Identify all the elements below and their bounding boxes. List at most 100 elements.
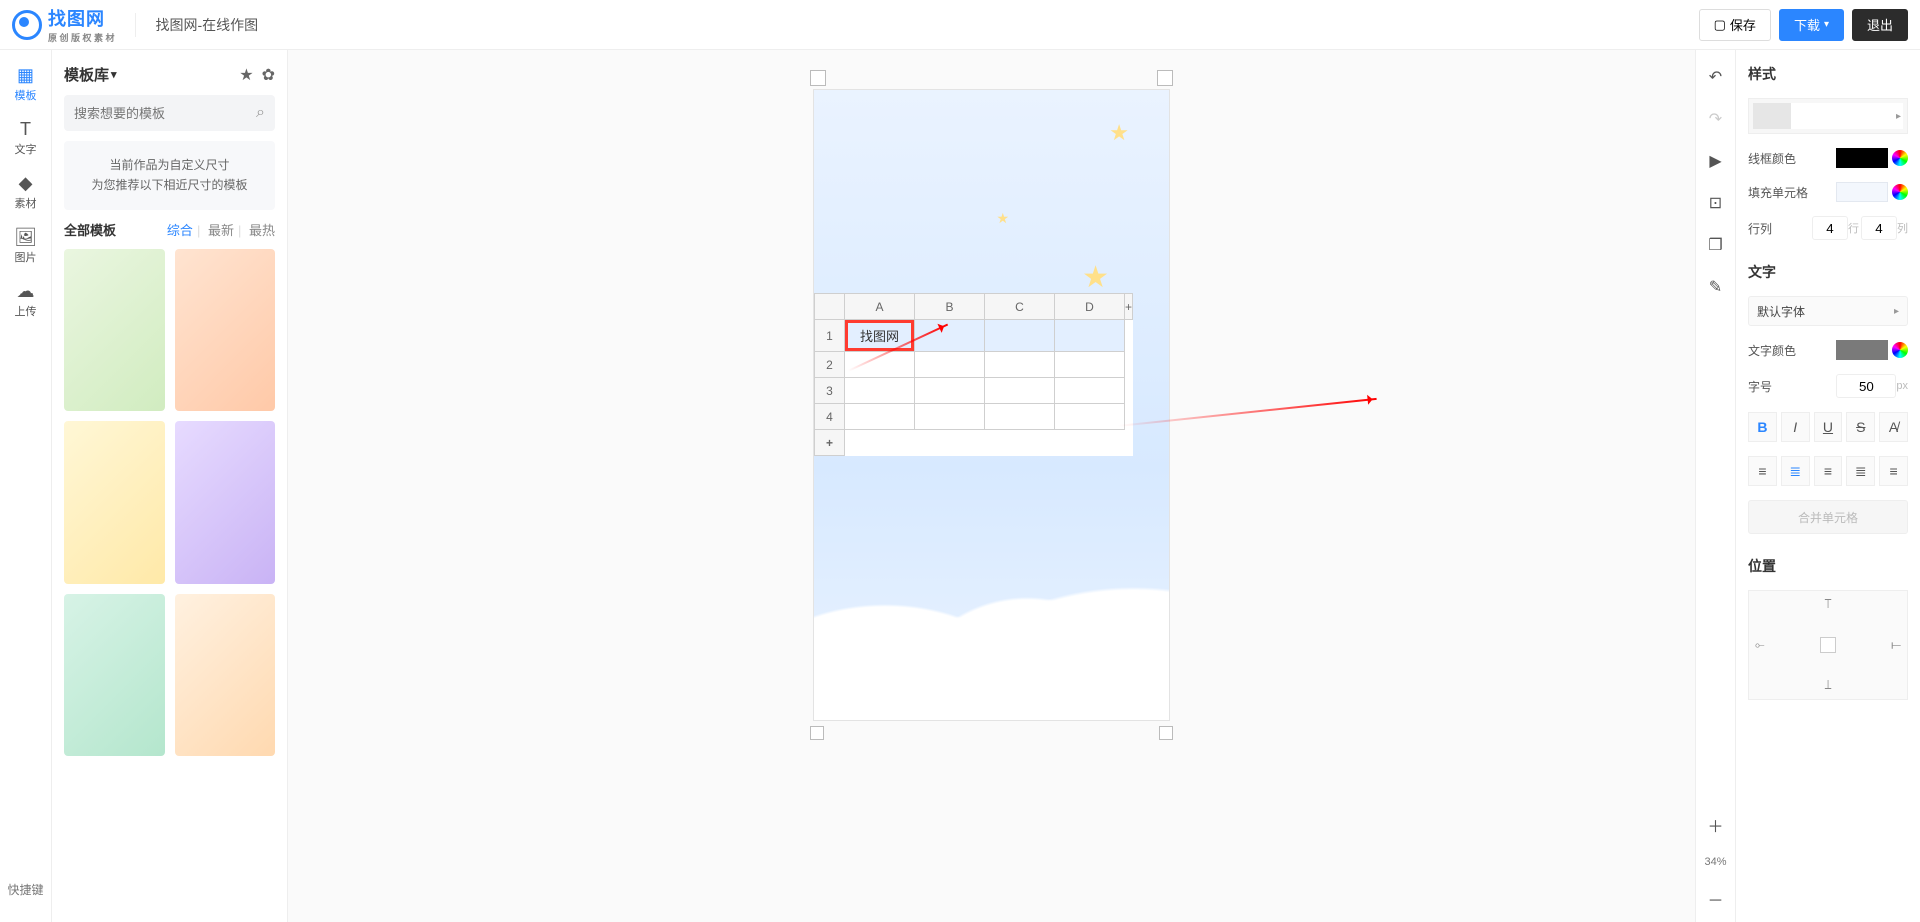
template-card[interactable] [175, 421, 276, 583]
strike-button[interactable]: S [1846, 412, 1875, 442]
rail-shortcuts[interactable]: 快捷键 [7, 881, 43, 922]
col-header[interactable]: B [915, 294, 985, 320]
color-picker-icon[interactable] [1892, 184, 1908, 200]
row-header[interactable]: 1 [815, 320, 845, 352]
italic-button[interactable]: I [1781, 412, 1810, 442]
cell[interactable] [985, 352, 1055, 378]
clear-format-button[interactable]: A̸ [1879, 412, 1908, 442]
align-top-icon[interactable]: ⟙ [1824, 597, 1831, 612]
canvas[interactable]: ★ ★ ★ ★ A B C D + 1找图网 2 3 [288, 50, 1695, 922]
align-right-button[interactable]: ≡ [1814, 456, 1843, 486]
template-card[interactable] [64, 594, 165, 756]
cell[interactable] [845, 404, 915, 430]
play-button[interactable]: ▶ [1705, 150, 1727, 172]
cell[interactable] [1055, 352, 1125, 378]
align-left-button[interactable]: ≡ [1748, 456, 1777, 486]
app-logo[interactable]: 找图网 原 创 版 权 素 材 [12, 5, 115, 44]
underline-button[interactable]: U [1814, 412, 1843, 442]
row-header[interactable]: 3 [815, 378, 845, 404]
align-right-icon[interactable]: ⟝ [1891, 638, 1901, 653]
table-style-select[interactable]: ▸ [1748, 98, 1908, 134]
cell[interactable] [985, 320, 1055, 352]
cell-selected[interactable]: 找图网 [845, 320, 915, 352]
align-justify-button[interactable]: ≣ [1846, 456, 1875, 486]
template-tabs: 全部模板 综合| 最新| 最热 [64, 220, 275, 239]
font-select[interactable]: 默认字体 ▸ [1748, 296, 1908, 326]
redo-button: ↷ [1705, 108, 1727, 130]
template-card[interactable] [175, 594, 276, 756]
cell[interactable] [915, 404, 985, 430]
tab-hottest[interactable]: 最热 [249, 223, 275, 238]
all-templates-label: 全部模板 [64, 220, 116, 239]
rowcol-row: 行列 行 列 [1748, 216, 1908, 240]
assets-icon: ◆ [16, 173, 36, 193]
row-header[interactable]: 2 [815, 352, 845, 378]
color-picker-icon[interactable] [1892, 150, 1908, 166]
cell[interactable] [1055, 320, 1125, 352]
star-icon[interactable]: ★ [239, 65, 253, 85]
zoom-out-button[interactable]: － [1705, 888, 1727, 910]
align-left-icon[interactable]: ⟜ [1755, 638, 1765, 653]
zoom-in-button[interactable]: ＋ [1705, 814, 1727, 836]
template-card[interactable] [64, 421, 165, 583]
undo-button[interactable]: ↶ [1705, 66, 1727, 88]
text-color-swatch[interactable] [1836, 340, 1888, 360]
position-grid[interactable]: ⟙ ⟜ ⟝ ⟘ [1748, 590, 1908, 700]
tab-newest[interactable]: 最新 [208, 223, 234, 238]
cell[interactable] [1055, 378, 1125, 404]
color-picker-icon[interactable] [1892, 342, 1908, 358]
text-section-title: 文字 [1748, 262, 1908, 282]
fill-color-swatch[interactable] [1836, 182, 1888, 202]
header-left: 找图网 原 创 版 权 素 材 找图网-在线作图 [12, 5, 258, 44]
sheet-corner[interactable] [815, 294, 845, 320]
search-icon[interactable]: ⌕ [256, 104, 265, 122]
row-header[interactable]: 4 [815, 404, 845, 430]
template-card[interactable] [64, 249, 165, 411]
rows-input[interactable] [1812, 216, 1848, 240]
font-size-input[interactable] [1836, 374, 1896, 398]
page-title: 找图网-在线作图 [156, 15, 259, 35]
crop-button[interactable]: ⊡ [1705, 192, 1727, 214]
cell[interactable] [985, 404, 1055, 430]
search-input[interactable] [74, 106, 256, 121]
align-center-button[interactable]: ≣ [1781, 456, 1810, 486]
rail-templates[interactable]: ▦模板 [5, 62, 47, 106]
exit-button[interactable]: 退出 [1852, 9, 1908, 41]
download-button[interactable]: 下载▾ [1779, 9, 1844, 41]
right-toolbar: ↶ ↷ ▶ ⊡ ❒ ✎ ＋ 34% － [1695, 50, 1735, 922]
col-header[interactable]: C [985, 294, 1055, 320]
align-dist-button[interactable]: ≡ [1879, 456, 1908, 486]
align-bottom-icon[interactable]: ⟘ [1824, 678, 1831, 693]
star-decor-icon: ★ [996, 210, 1009, 227]
cols-input[interactable] [1861, 216, 1897, 240]
cell[interactable] [985, 378, 1055, 404]
cell[interactable] [915, 378, 985, 404]
gear-icon[interactable]: ✿ [262, 65, 275, 85]
size-note: 当前作品为自定义尺寸 为您推荐以下相近尺寸的模板 [64, 141, 275, 210]
tab-comprehensive[interactable]: 综合 [167, 223, 193, 238]
spreadsheet[interactable]: A B C D + 1找图网 2 3 4 + [814, 293, 1133, 456]
cell[interactable] [845, 378, 915, 404]
rail-text[interactable]: T文字 [5, 116, 47, 160]
add-col-button[interactable]: + [1125, 294, 1133, 320]
template-library-dropdown[interactable]: 模板库▾ [64, 64, 117, 85]
col-header[interactable]: A [845, 294, 915, 320]
bold-button[interactable]: B [1748, 412, 1777, 442]
template-search[interactable]: ⌕ [64, 95, 275, 131]
border-color-swatch[interactable] [1836, 148, 1888, 168]
template-card[interactable] [175, 249, 276, 411]
artboard[interactable]: ★ ★ ★ ★ A B C D + 1找图网 2 3 [814, 90, 1169, 720]
rail-upload[interactable]: ☁上传 [5, 278, 47, 322]
align-center-handle[interactable] [1820, 637, 1836, 653]
rail-assets[interactable]: ◆素材 [5, 170, 47, 214]
cell[interactable] [1055, 404, 1125, 430]
rail-images[interactable]: 🖼图片 [5, 224, 47, 268]
chevron-right-icon: ▸ [1894, 306, 1899, 317]
border-color-row: 线框颜色 [1748, 148, 1908, 168]
layers-button[interactable]: ❒ [1705, 234, 1727, 256]
brush-button[interactable]: ✎ [1705, 276, 1727, 298]
save-button[interactable]: ▢保存 [1699, 9, 1771, 41]
cell[interactable] [915, 352, 985, 378]
add-row-button[interactable]: + [815, 430, 845, 456]
col-header[interactable]: D [1055, 294, 1125, 320]
